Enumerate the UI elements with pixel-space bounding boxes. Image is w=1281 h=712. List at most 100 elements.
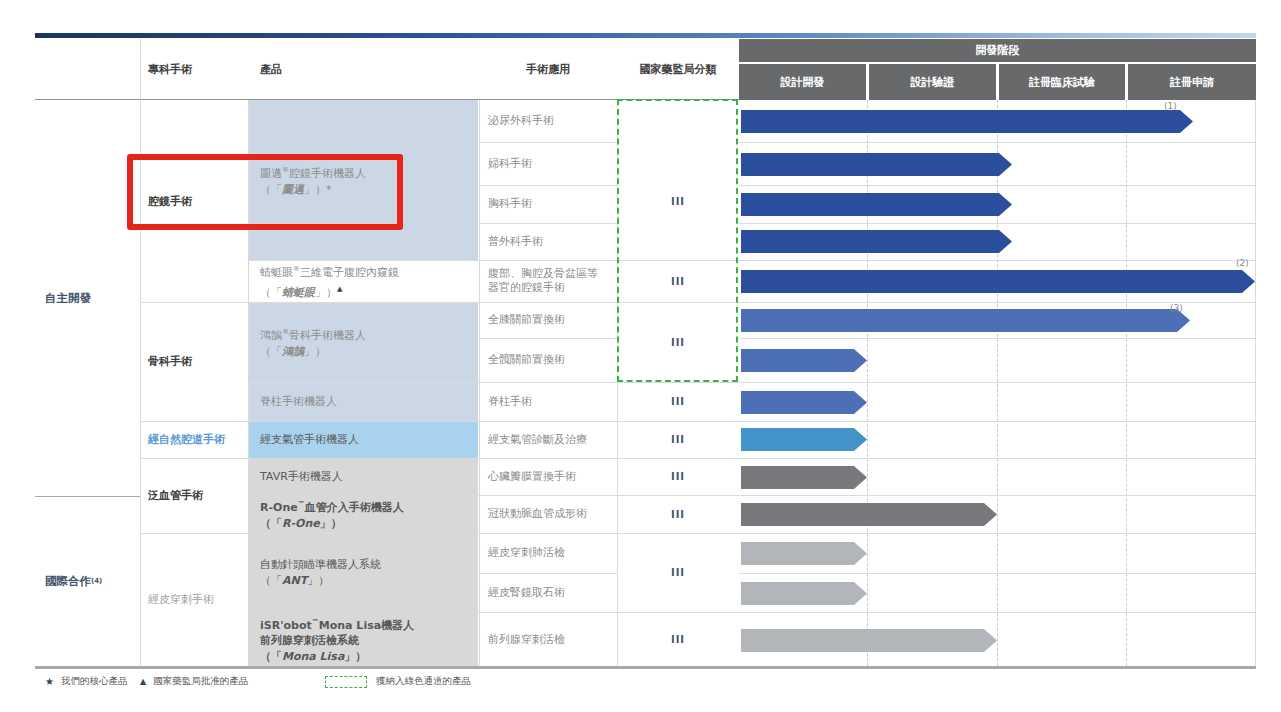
application-cell: 婦科手術 [479,142,617,185]
footnote-ref-1: (1) [1164,101,1177,111]
application-text: 心臟瓣膜置換手術 [488,470,576,484]
application-text: 泌尿外科手術 [488,114,554,128]
legend-text: 獲納入綠色通道的產品 [376,675,471,688]
progress-arrow [741,349,867,372]
application-cell: 腹部、胸腔及骨盆區等器官的腔鏡手術 [479,260,617,302]
stage-subheader-design-verify: 設計驗證 [869,64,996,100]
specialty-panvascular: 泛血管手術 [140,458,248,533]
product-dragonfly-eye: 蜻蜓眼®三維電子腹腔內窺鏡（「蜻蜓眼」）▲ [248,260,478,302]
application-cell: 經皮穿刺肺活檢 [479,533,617,573]
progress-arrow [741,582,867,605]
legend-approved-product: ▲ 國家藥監局批准的產品 [140,673,248,689]
application-text: 脊柱手術 [488,395,532,409]
application-cell: 普外科手術 [479,223,617,260]
product-name: 經支氣管手術機器人 [260,432,359,448]
nmpa-class-cell: III [617,421,739,458]
application-text: 經皮腎鏡取石術 [488,586,565,600]
application-cell: 胸科手術 [479,185,617,223]
nmpa-class-cell: III [617,382,739,421]
legend-text: 我們的核心產品 [61,675,128,688]
annotation-highlight-box [127,154,403,230]
application-text: 前列腺穿刺活檢 [488,633,565,647]
legend-core-product: ★ 我們的核心產品 [45,673,127,689]
grid-hline [739,142,1255,143]
green-channel-swatch [325,676,367,688]
stage-header: 開發階段 [739,39,1256,62]
header-accent-bar [35,33,1256,38]
progress-arrow [741,193,1012,216]
product-ant: 自動針頭瞄準機器人系統（「ANT」） [248,533,478,612]
progress-arrow [741,110,1193,133]
progress-arrow [741,503,997,526]
product-name: 脊柱手術機器人 [260,394,337,410]
grid-hline [739,223,1255,224]
product-spine-robot: 脊柱手術機器人 [248,382,478,421]
application-cell: 全髖關節置換術 [479,338,617,382]
application-text: 婦科手術 [488,157,532,171]
triangle-icon: ▲ [140,677,146,686]
application-text: 腹部、胸腔及骨盆區等器官的腔鏡手術 [488,267,598,295]
application-text: 經支氣管診斷及治療 [488,433,587,447]
application-cell: 泌尿外科手術 [479,100,617,142]
application-cell: 脊柱手術 [479,382,617,421]
grid-hline [739,573,1255,574]
application-cell: 冠狀動脈血管成形術 [479,495,617,533]
product-monalisa: iSR'obot™Mona Lisa機器人前列腺穿刺活檢系統（「Mona Lis… [248,612,478,667]
product-name: iSR'obot™Mona Lisa機器人前列腺穿刺活檢系統（「Mona Lis… [260,614,414,666]
grid-hline [739,338,1255,339]
application-text: 胸科手術 [488,197,532,211]
progress-arrow [741,230,1012,253]
product-name: 鴻鵠®骨科手術機器人（「鴻鵠」） [260,324,366,360]
stage-subheader-design-dev: 設計開發 [739,64,866,100]
application-cell: 前列腺穿刺活檢 [479,612,617,667]
footnote-ref-3: (3) [1170,303,1183,313]
specialty-percutaneous: 經皮穿刺手術 [140,533,248,666]
product-honghu: 鴻鵠®骨科手術機器人（「鴻鵠」） [248,302,478,382]
product-bronchoscopy-robot: 經支氣管手術機器人 [248,421,478,458]
nmpa-class-cell: III [617,533,739,612]
group-label-self-developed: 自主開發 [35,100,140,496]
pipeline-chart: 專科手術 產品 手術應用 國家藥監局分類 開發階段 設計開發 設計驗證 註冊臨床… [0,0,1281,712]
product-rone: R-One™血管介入手術機器人（「R-One」） [248,495,478,533]
product-tavr: TAVR手術機器人 [248,458,478,495]
legend-green-channel: 獲納入綠色通道的產品 [376,673,471,689]
progress-arrow [741,309,1190,332]
progress-arrow [741,391,867,414]
footnote-ref-2: (2) [1236,258,1249,268]
application-text: 經皮穿刺肺活檢 [488,546,565,560]
grid-hline [739,185,1255,186]
application-text: 普外科手術 [488,235,543,249]
group-label-text: 自主開發 [45,291,91,306]
column-header-specialty: 專科手術 [148,39,243,99]
specialty-natural-orifice: 經自然腔道手術 [140,421,248,458]
application-cell: 心臟瓣膜置換手術 [479,458,617,495]
progress-arrow [741,629,997,652]
product-name: 蜻蜓眼®三維電子腹腔內窺鏡（「蜻蜓眼」）▲ [260,261,399,300]
grid-vline [1255,100,1256,666]
column-header-nmpa-class: 國家藥監局分類 [617,39,739,99]
application-text: 全髖關節置換術 [488,353,565,367]
progress-arrow [741,466,867,489]
nmpa-class-cell: III [617,302,739,382]
group-label-sup: (4) [91,577,102,585]
application-text: 冠狀動脈血管成形術 [488,507,587,521]
progress-arrow [741,542,867,565]
application-cell: 全膝關節置換術 [479,302,617,338]
page: { "header": { "col_specialty": "專科手術", "… [0,0,1281,712]
progress-arrow [741,153,1012,176]
column-header-product: 產品 [260,39,460,99]
stage-subheader-clinical-trial: 註冊臨床試驗 [999,64,1125,100]
application-cell: 經支氣管診斷及治療 [479,421,617,458]
nmpa-class-cell: III [617,495,739,533]
column-header-application: 手術應用 [479,39,617,99]
star-icon: ★ [45,676,54,687]
progress-arrow [741,270,1255,293]
legend-text: 國家藥監局批准的產品 [153,675,248,688]
application-cell: 經皮腎鏡取石術 [479,573,617,612]
nmpa-class-cell: III [617,142,739,260]
product-name: 自動針頭瞄準機器人系統（「ANT」） [260,557,381,589]
progress-arrow [741,428,867,451]
application-text: 全膝關節置換術 [488,313,565,327]
group-label-international: 國際合作(4) [35,496,140,666]
product-name: R-One™血管介入手術機器人（「R-One」） [260,496,404,532]
